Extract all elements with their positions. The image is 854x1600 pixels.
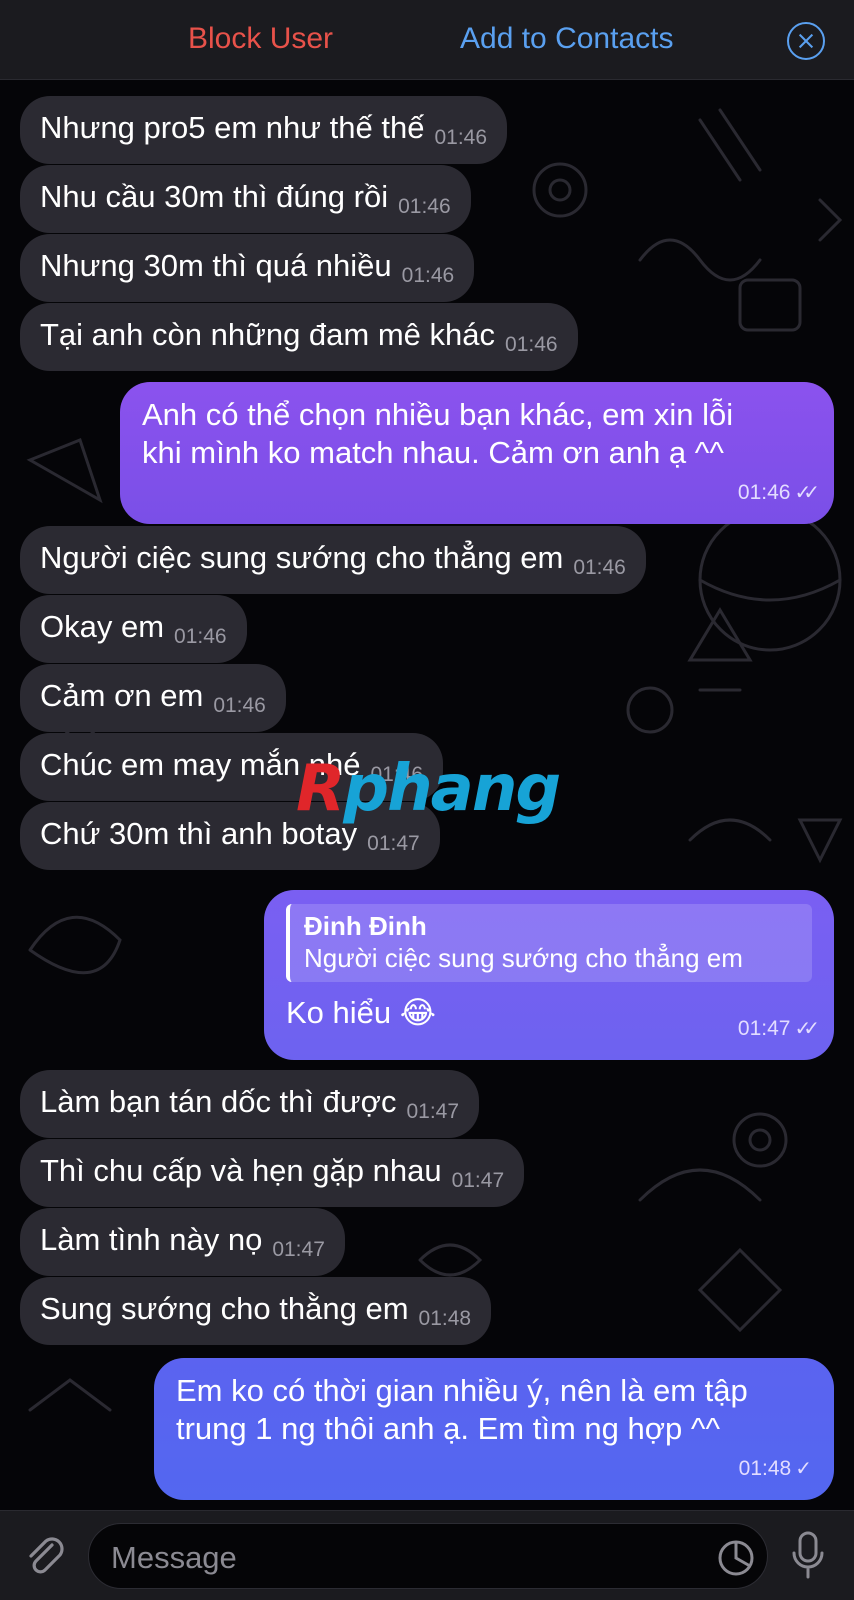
message-bubble-outgoing[interactable]: Em ko có thời gian nhiều ý, nên là em tậ… (154, 1358, 834, 1500)
sticker-icon[interactable] (716, 1538, 756, 1578)
message-text: Nhu cầu 30m thì đúng rồi (40, 179, 389, 214)
message-input[interactable]: Message (88, 1523, 768, 1589)
message-meta: 01:46 ✓✓ (142, 474, 820, 512)
message-time: 01:47 (737, 1017, 791, 1040)
message-text: Làm bạn tán dốc thì được (40, 1084, 397, 1119)
message-bubble-incoming[interactable]: Nhưng 30m thì quá nhiều 01:46 (20, 234, 475, 302)
reply-text: Người ciệc sung sướng cho thẳng em (304, 943, 743, 973)
message-time: 01:46 (434, 126, 488, 149)
double-check-icon: ✓✓ (794, 482, 819, 504)
check-icon: ✓ (795, 1458, 812, 1480)
message-bubble-incoming[interactable]: Sung sướng cho thằng em 01:48 (20, 1277, 492, 1345)
message-text: Cảm ơn em (40, 678, 204, 713)
reply-quote[interactable]: Đinh Đinh Người ciệc sung sướng cho thẳn… (286, 904, 812, 982)
message-bubble-incoming[interactable]: Nhu cầu 30m thì đúng rồi 01:46 (20, 165, 471, 233)
composer-bar: Message (0, 1510, 854, 1600)
message-time: 01:46 (398, 195, 451, 218)
message-bubble-incoming[interactable]: Cảm ơn em 01:46 (20, 664, 286, 732)
microphone-icon[interactable] (790, 1529, 826, 1583)
message-bubble-outgoing[interactable]: Đinh Đinh Người ciệc sung sướng cho thẳn… (264, 890, 834, 1060)
attach-icon[interactable] (22, 1533, 68, 1579)
double-check-icon: ✓✓ (794, 1018, 819, 1040)
message-time: 01:48 (738, 1457, 792, 1480)
message-text: Làm tình này nọ (40, 1222, 263, 1257)
message-time: 01:47 (272, 1238, 325, 1261)
message-bubble-incoming[interactable]: Người ciệc sung sướng cho thẳng em 01:46 (20, 526, 646, 594)
message-text: Anh có thể chọn nhiều bạn khác, em xin l… (142, 397, 734, 470)
message-time: 01:47 (406, 1100, 460, 1123)
block-user-button[interactable]: Block User (188, 22, 333, 56)
close-icon[interactable] (787, 22, 825, 60)
chat-action-bar: Block User Add to Contacts (0, 0, 854, 80)
reply-author: Đinh Đinh (304, 911, 427, 941)
message-text: Tại anh còn những đam mê khác (40, 317, 496, 352)
message-text: Sung sướng cho thằng em (40, 1291, 409, 1326)
message-text: Thì chu cấp và hẹn gặp nhau (40, 1153, 442, 1188)
message-text: Người ciệc sung sướng cho thẳng em (40, 540, 564, 575)
message-text: Nhưng pro5 em như thế thế (40, 110, 425, 145)
message-text: Em ko có thời gian nhiều ý, nên là em tậ… (176, 1373, 748, 1446)
message-bubble-incoming[interactable]: Okay em 01:46 (20, 595, 247, 663)
message-bubble-incoming[interactable]: Nhưng pro5 em như thế thế 01:46 (20, 96, 508, 164)
message-time: 01:46 (213, 694, 266, 717)
add-to-contacts-button[interactable]: Add to Contacts (460, 22, 673, 56)
message-meta: 01:48 ✓ (176, 1450, 812, 1488)
message-time: 01:47 (367, 832, 420, 855)
watermark-logo: Rphang (296, 752, 561, 826)
message-placeholder: Message (111, 1540, 237, 1575)
message-time: 01:46 (573, 556, 626, 579)
message-bubble-incoming[interactable]: Làm tình này nọ 01:47 (20, 1208, 345, 1276)
message-text: Okay em (40, 609, 165, 644)
message-bubble-outgoing[interactable]: Anh có thể chọn nhiều bạn khác, em xin l… (120, 382, 834, 524)
message-bubble-incoming[interactable]: Tại anh còn những đam mê khác 01:46 (20, 303, 578, 371)
message-time: 01:46 (737, 481, 791, 504)
message-text: Nhưng 30m thì quá nhiều (40, 248, 392, 283)
message-bubble-incoming[interactable]: Làm bạn tán dốc thì được 01:47 (20, 1070, 480, 1138)
message-time: 01:47 (451, 1169, 505, 1192)
message-time: 01:46 (401, 264, 455, 287)
message-list[interactable]: Nhưng pro5 em như thế thế 01:46 Nhu cầu 3… (0, 80, 854, 1510)
message-time: 01:48 (418, 1307, 472, 1330)
message-bubble-incoming[interactable]: Thì chu cấp và hẹn gặp nhau 01:47 (20, 1139, 525, 1207)
message-time: 01:46 (174, 625, 227, 648)
message-time: 01:46 (505, 333, 558, 356)
